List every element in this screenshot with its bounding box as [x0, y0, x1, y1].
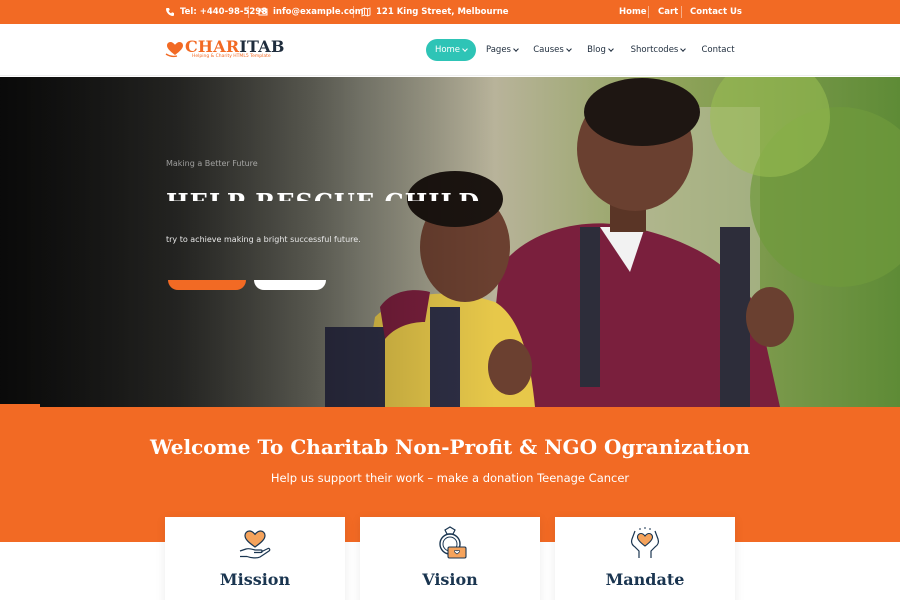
welcome-subtitle: Help us support their work – make a dona…: [270, 471, 630, 485]
topbar-link-contact[interactable]: Contact Us: [690, 0, 742, 24]
envelope-icon: [258, 8, 268, 16]
topbar-email-text: info@example.com: [273, 7, 364, 17]
nav-pages-label: Pages: [485, 45, 511, 55]
heart-logo-icon: [165, 42, 183, 58]
nav-blog[interactable]: Blog: [584, 39, 616, 61]
hero-overlay: [0, 77, 900, 407]
divider: [648, 6, 649, 18]
chevron-down-icon: [608, 46, 614, 52]
heart-hand-icon: [239, 530, 271, 559]
card-vision[interactable]: Vision: [360, 517, 540, 600]
nav-home[interactable]: Home: [426, 39, 476, 61]
topbar-phone[interactable]: Tel: +440-98-5298: [165, 0, 267, 24]
nav-home-label: Home: [434, 45, 461, 55]
brand-tagline: Helping & Charity HTML5 Template: [192, 54, 271, 59]
topbar-phone-text: Tel: +440-98-5298: [180, 7, 268, 17]
divider: [248, 6, 249, 18]
phone-icon: [166, 8, 174, 16]
hero-text: try to achieve making a bright successfu…: [166, 235, 361, 244]
hero-subtitle: Making a Better Future: [166, 159, 258, 168]
nav-shortcodes-label: Shortcodes: [630, 45, 679, 55]
card-title: Mission: [219, 570, 291, 589]
divider: [353, 6, 354, 18]
chevron-down-icon: [565, 46, 572, 52]
map-icon: [361, 7, 371, 17]
topbar-address: 121 King Street, Melbourne: [361, 0, 509, 24]
hero-secondary-button[interactable]: [254, 280, 326, 290]
topbar-email[interactable]: info@example.com: [258, 0, 364, 24]
card-title: Vision: [422, 570, 478, 589]
chevron-down-icon: [513, 46, 519, 52]
nav-contact[interactable]: Contact: [698, 39, 738, 61]
top-bar: Tel: +440-98-5298 info@example.com 121 K…: [0, 0, 900, 24]
nav-contact-label: Contact: [701, 45, 735, 55]
card-title: Mandate: [605, 570, 685, 589]
divider: [681, 6, 682, 18]
card-mission[interactable]: Mission: [165, 517, 345, 600]
topbar-link-home[interactable]: Home: [619, 0, 647, 24]
hero-slider[interactable]: [0, 77, 900, 407]
hero-primary-button[interactable]: [168, 280, 246, 290]
nav-blog-label: Blog: [587, 45, 606, 55]
nav-causes-label: Causes: [533, 45, 564, 55]
hands-heart-icon: [631, 527, 659, 558]
topbar-address-text: 121 King Street, Melbourne: [376, 7, 509, 17]
nav-shortcodes[interactable]: Shortcodes: [628, 39, 688, 61]
topbar-link-cart[interactable]: Cart: [658, 0, 678, 24]
welcome-title: Welcome To Charitab Non-Profit & NGO Ogr…: [149, 435, 751, 459]
chevron-down-icon: [462, 46, 468, 52]
nav-causes[interactable]: Causes: [530, 39, 574, 61]
nav-pages[interactable]: Pages: [482, 39, 522, 61]
chevron-down-icon: [680, 46, 687, 52]
card-mandate[interactable]: Mandate: [555, 517, 735, 600]
ring-money-icon: [439, 526, 467, 559]
